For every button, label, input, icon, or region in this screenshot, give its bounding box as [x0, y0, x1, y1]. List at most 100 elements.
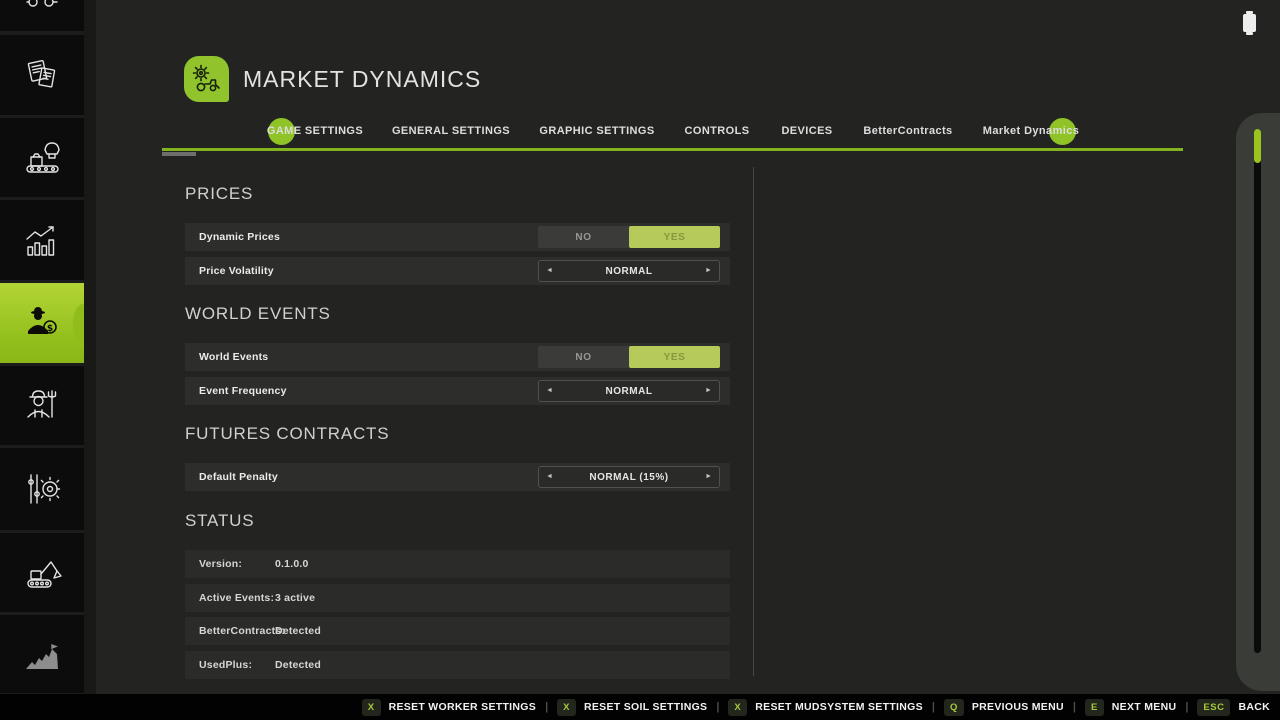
- statistics-icon: [19, 217, 65, 263]
- selector-left-arrow-icon[interactable]: ◄: [539, 467, 560, 487]
- tuning-icon: [19, 466, 65, 512]
- key-badge-x: X: [557, 699, 576, 716]
- tab-game-settings[interactable]: GAME SETTINGS: [267, 125, 363, 137]
- selector-right-arrow-icon[interactable]: ►: [698, 381, 719, 401]
- reset-worker-settings-button[interactable]: X RESET WORKER SETTINGS: [362, 699, 536, 716]
- sidebar-item-production[interactable]: [0, 118, 84, 197]
- svg-text:$: $: [47, 324, 53, 334]
- status-row-active-events: Active Events: 3 active: [185, 584, 730, 612]
- key-badge-esc: ESC: [1197, 699, 1230, 716]
- setting-row-dynamic-prices[interactable]: Dynamic Prices NO YES: [185, 223, 730, 251]
- content-divider: [753, 167, 754, 676]
- reset-soil-settings-button[interactable]: X RESET SOIL SETTINGS: [557, 699, 707, 716]
- tab-general-settings[interactable]: GENERAL SETTINGS: [392, 125, 510, 137]
- previous-menu-button[interactable]: Q PREVIOUS MENU: [944, 699, 1064, 716]
- event-frequency-selector: ◄ NORMAL ►: [538, 380, 720, 402]
- status-label: Version:: [199, 558, 242, 570]
- status-value: Detected: [275, 659, 321, 671]
- tab-market-dynamics[interactable]: Market Dynamics: [983, 125, 1080, 137]
- excavator-icon: [19, 550, 65, 596]
- sidebar-item-statistics[interactable]: [0, 200, 84, 280]
- price-volatility-selector: ◄ NORMAL ►: [538, 260, 720, 282]
- app-icon: [184, 56, 229, 102]
- bottom-bar-label: BACK: [1238, 701, 1270, 713]
- gear-tractor-icon: [191, 63, 223, 95]
- page-title: MARKET DYNAMICS: [243, 66, 481, 93]
- harvester-icon: [19, 0, 65, 8]
- contracts-icon: [19, 52, 65, 98]
- key-badge-e: E: [1085, 699, 1104, 716]
- bottom-bar-label: RESET MUDSYSTEM SETTINGS: [755, 701, 923, 713]
- production-icon: [19, 135, 65, 181]
- section-heading-prices: PRICES: [185, 184, 253, 204]
- selector-left-arrow-icon[interactable]: ◄: [539, 381, 560, 401]
- key-badge-x: X: [362, 699, 381, 716]
- sidebar: $: [0, 0, 84, 694]
- selector-value: NORMAL: [606, 266, 653, 277]
- next-menu-button[interactable]: E NEXT MENU: [1085, 699, 1176, 716]
- sidebar-item-market-dynamics[interactable]: $: [0, 283, 84, 363]
- bottom-bar-label: NEXT MENU: [1112, 701, 1177, 713]
- selector-right-arrow-icon[interactable]: ►: [698, 467, 719, 487]
- bottom-bar-label: RESET WORKER SETTINGS: [389, 701, 536, 713]
- tab-devices[interactable]: DEVICES: [781, 125, 832, 137]
- bottom-bar-separator: |: [1185, 701, 1188, 713]
- setting-label: Dynamic Prices: [199, 231, 280, 243]
- setting-row-event-frequency[interactable]: Event Frequency ◄ NORMAL ►: [185, 377, 730, 405]
- scrollbar-track[interactable]: [1254, 129, 1261, 653]
- bottom-bar-label: RESET SOIL SETTINGS: [584, 701, 707, 713]
- toggle-yes-button[interactable]: YES: [629, 346, 720, 368]
- tab-bettercontracts[interactable]: BetterContracts: [863, 125, 952, 137]
- section-heading-status: STATUS: [185, 511, 254, 531]
- selector-value: NORMAL: [606, 386, 653, 397]
- scrollbar-thumb[interactable]: [1254, 129, 1261, 163]
- setting-row-default-penalty[interactable]: Default Penalty ◄ NORMAL (15%) ►: [185, 463, 730, 491]
- key-badge-x: X: [728, 699, 747, 716]
- bottom-bar-label: PREVIOUS MENU: [972, 701, 1064, 713]
- bottom-bar-separator: |: [1073, 701, 1076, 713]
- sidebar-strip: [84, 0, 96, 694]
- tab-scroll-indicator: [162, 152, 196, 156]
- bottom-bar-separator: |: [545, 701, 548, 713]
- selector-right-arrow-icon[interactable]: ►: [698, 261, 719, 281]
- key-badge-q: Q: [944, 699, 964, 716]
- section-heading-futures-contracts: FUTURES CONTRACTS: [185, 424, 389, 444]
- toggle-no-button[interactable]: NO: [538, 346, 629, 368]
- reset-mudsystem-settings-button[interactable]: X RESET MUDSYSTEM SETTINGS: [728, 699, 922, 716]
- scroll-panel: [1236, 113, 1280, 691]
- back-button[interactable]: ESC BACK: [1197, 699, 1270, 716]
- section-heading-world-events: WORLD EVENTS: [185, 304, 331, 324]
- status-label: BetterContracts:: [199, 625, 285, 637]
- status-row-usedplus: UsedPlus: Detected: [185, 651, 730, 679]
- status-row-version: Version: 0.1.0.0: [185, 550, 730, 578]
- tab-controls[interactable]: CONTROLS: [685, 125, 750, 137]
- setting-label: World Events: [199, 351, 268, 363]
- market-dynamics-icon: $: [19, 300, 65, 346]
- battery-icon: [1243, 14, 1256, 32]
- setting-row-world-events[interactable]: World Events NO YES: [185, 343, 730, 371]
- sidebar-item-farmer[interactable]: [0, 366, 84, 445]
- selector-value: NORMAL (15%): [589, 472, 668, 483]
- status-label: Active Events:: [199, 592, 274, 604]
- terrain-icon: [19, 631, 65, 677]
- status-value: 3 active: [275, 592, 315, 604]
- sidebar-item-terrain[interactable]: [0, 615, 84, 693]
- sidebar-item-excavator[interactable]: [0, 533, 84, 612]
- sidebar-item-vehicles[interactable]: [0, 0, 84, 31]
- status-value: Detected: [275, 625, 321, 637]
- status-label: UsedPlus:: [199, 659, 252, 671]
- toggle-no-button[interactable]: NO: [538, 226, 629, 248]
- setting-row-price-volatility[interactable]: Price Volatility ◄ NORMAL ►: [185, 257, 730, 285]
- selector-left-arrow-icon[interactable]: ◄: [539, 261, 560, 281]
- bottom-bar-separator: |: [932, 701, 935, 713]
- tab-graphic-settings[interactable]: GRAPHIC SETTINGS: [539, 125, 654, 137]
- default-penalty-selector: ◄ NORMAL (15%) ►: [538, 466, 720, 488]
- tab-underline: [162, 148, 1183, 151]
- toggle-yes-button[interactable]: YES: [629, 226, 720, 248]
- setting-label: Default Penalty: [199, 471, 278, 483]
- sidebar-item-contracts[interactable]: [0, 35, 84, 115]
- bottom-bar: X RESET WORKER SETTINGS | X RESET SOIL S…: [0, 694, 1280, 720]
- bottom-bar-separator: |: [716, 701, 719, 713]
- sidebar-item-tuning[interactable]: [0, 448, 84, 530]
- setting-label: Event Frequency: [199, 385, 287, 397]
